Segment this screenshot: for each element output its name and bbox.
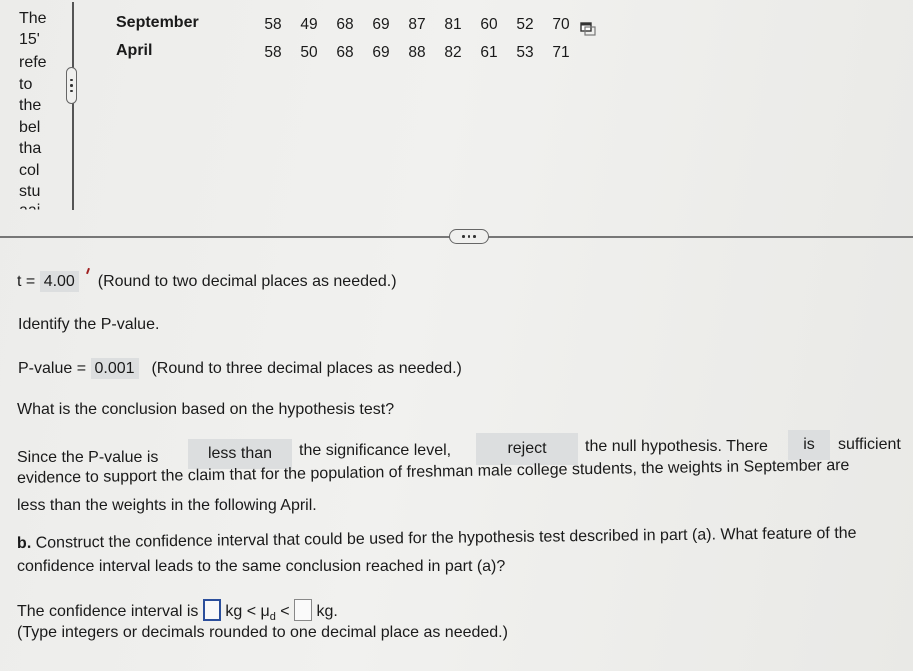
data-cell: 88	[408, 44, 426, 61]
data-cell: 53	[516, 44, 534, 61]
data-cell: 69	[372, 44, 390, 61]
panel-divider[interactable]	[72, 2, 74, 210]
handle-dot	[70, 84, 73, 87]
data-cell: 87	[408, 16, 426, 33]
part-b-label: b.	[16, 534, 32, 552]
panel-text-line: bel	[19, 119, 41, 136]
part-b-text: Construct the confidence interval that c…	[35, 524, 857, 552]
handle-dot	[467, 235, 471, 238]
evidence-dropdown[interactable]: is	[788, 430, 830, 460]
conclusion-part4: sufficient	[838, 436, 901, 453]
panel-text-line: The	[19, 10, 47, 27]
ci-unit-upper: kg.	[316, 603, 338, 620]
more-dots-icon[interactable]	[449, 229, 489, 244]
pvalue-answer[interactable]: 0.001	[90, 358, 139, 379]
data-cell: 52	[516, 16, 534, 33]
comparison-dropdown[interactable]: less than	[188, 439, 292, 469]
conclusion-part3: the null hypothesis. There	[585, 438, 768, 455]
part-b-line1: b. Construct the confidence interval tha…	[17, 525, 857, 553]
ci-row: The confidence interval is kg < μd < kg.	[17, 599, 338, 623]
row-label-april: April	[116, 42, 153, 59]
data-cell: 49	[300, 16, 318, 33]
t-stat-hint: (Round to two decimal places as needed.)	[97, 273, 397, 290]
handle-dot	[473, 235, 476, 238]
data-cell: 58	[264, 44, 282, 61]
handle-dot	[70, 89, 73, 93]
april-values: 58 50 68 69 88 82 61 53 71	[255, 44, 579, 62]
panel-text-line: tha	[19, 140, 42, 157]
part-b-line2: confidence interval leads to the same co…	[17, 558, 506, 575]
conclusion-part1: Since the P-value is	[17, 449, 159, 466]
pvalue-heading: Identify the P-value.	[18, 316, 160, 333]
ci-hint: (Type integers or decimals rounded to on…	[17, 624, 508, 641]
handle-dot	[70, 78, 73, 82]
data-cell: 70	[552, 16, 570, 33]
data-cell: 60	[480, 16, 498, 33]
panel-text-line: 15'	[19, 31, 40, 48]
pvalue-label: P-value =	[18, 360, 87, 377]
panel-text-line: to	[19, 76, 33, 93]
mu-symbol: μd	[260, 603, 276, 624]
conclusion-line3: less than the weights in the following A…	[17, 497, 317, 514]
decision-dropdown[interactable]: reject	[476, 433, 578, 465]
ci-lower-input[interactable]	[202, 599, 221, 621]
conclusion-question: What is the conclusion based on the hypo…	[17, 401, 395, 418]
ci-upper-input[interactable]	[294, 599, 313, 621]
data-cell: 68	[336, 44, 354, 61]
panel-text-line: the	[19, 97, 42, 114]
ci-less-than: <	[280, 603, 290, 620]
data-cell: 69	[372, 16, 390, 33]
t-stat-row: t = 4.00 (Round to two decimal places as…	[17, 271, 397, 292]
panel-text-line: stu	[19, 183, 41, 200]
panel-text-line: aai	[19, 202, 41, 215]
t-stat-label: t =	[17, 273, 36, 290]
t-stat-answer[interactable]: 4.00	[39, 271, 79, 292]
pvalue-hint: (Round to three decimal places as needed…	[151, 360, 462, 377]
data-cell: 68	[336, 16, 354, 33]
data-cell: 58	[264, 16, 282, 33]
data-cell: 81	[444, 16, 462, 33]
ci-prefix: The confidence interval is	[17, 603, 199, 620]
panel-text-line: col	[19, 162, 40, 179]
conclusion-part2: the significance level,	[299, 442, 452, 459]
data-cell: 71	[552, 44, 570, 61]
row-label-september: September	[116, 14, 199, 31]
data-cell: 50	[300, 44, 318, 61]
september-values: 58 49 68 69 87 81 60 52 70	[255, 16, 579, 34]
ci-unit-lower: kg <	[225, 603, 257, 620]
panel-text-line: refe	[19, 54, 47, 71]
pvalue-row: P-value = 0.001 (Round to three decimal …	[18, 358, 462, 379]
panel-resize-handle[interactable]	[66, 67, 77, 104]
problem-statement-panel: The 15' refe to the bel tha col stu aai	[0, 0, 72, 215]
data-cell: 82	[444, 44, 462, 61]
handle-dot	[462, 235, 465, 238]
copy-data-icon[interactable]	[580, 22, 596, 36]
data-cell: 61	[480, 44, 498, 61]
